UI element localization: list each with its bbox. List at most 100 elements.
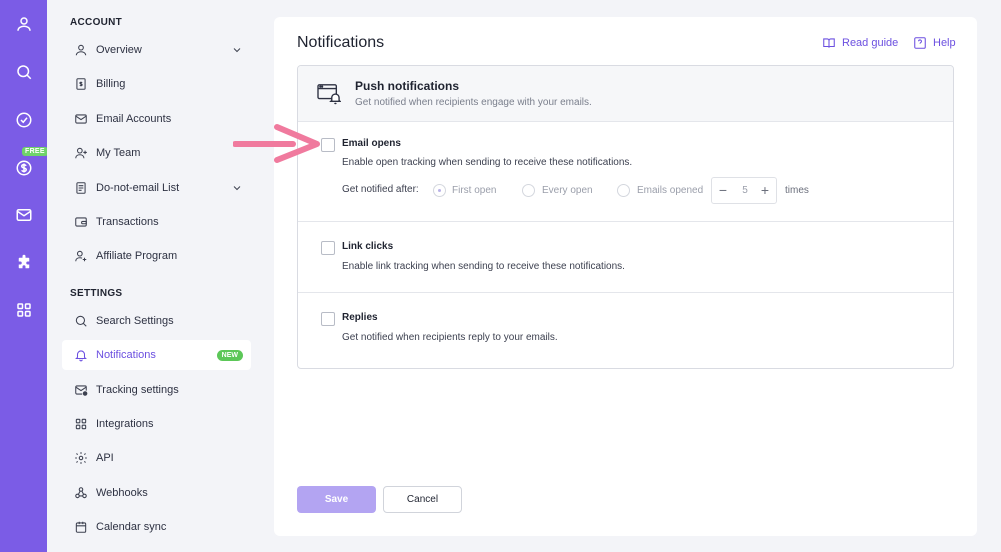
first-open-radio[interactable]	[433, 184, 446, 197]
tasks-nav[interactable]	[0, 105, 47, 135]
every-open-radio[interactable]	[522, 184, 535, 197]
nav-item-api[interactable]: API	[62, 443, 251, 473]
mail-icon	[75, 114, 87, 124]
email-opens-title: Email opens	[342, 138, 401, 149]
user-plus-icon	[75, 250, 87, 262]
save-button[interactable]: Save	[297, 486, 376, 513]
user-icon	[16, 17, 31, 31]
nav-item-label: Integrations	[96, 418, 154, 430]
grid-icon	[75, 418, 87, 430]
first-open-label: First open	[452, 185, 497, 196]
nav-item-do-not-email-list[interactable]: Do-not-email List	[62, 173, 251, 203]
integrations-nav[interactable]	[0, 248, 47, 278]
page-title: Notifications	[297, 34, 385, 51]
browser-bell-icon	[317, 84, 341, 105]
stepper-value[interactable]: 5	[737, 185, 753, 196]
nav-item-transactions[interactable]: Transactions	[62, 207, 251, 237]
replies-title: Replies	[342, 312, 378, 323]
nav-item-label: Transactions	[96, 216, 159, 228]
nav-item-affiliate-program[interactable]: Affiliate Program	[62, 241, 251, 271]
settings-nav: ACCOUNT Overview Billing Email Accounts …	[47, 0, 267, 552]
account-section-header: ACCOUNT	[70, 17, 123, 28]
nav-item-overview[interactable]: Overview	[62, 35, 251, 65]
app-rail: FREE	[0, 0, 48, 552]
grid-icon	[16, 303, 31, 317]
document-list-icon	[76, 182, 86, 194]
replies-desc: Get notified when recipients reply to yo…	[342, 332, 558, 343]
apps-nav[interactable]	[0, 295, 47, 325]
replies-row: Replies Get notified when recipients rep…	[298, 293, 953, 368]
link-clicks-checkbox[interactable]	[321, 241, 335, 255]
push-notifications-card: Push notifications Get notified when rec…	[297, 65, 954, 369]
card-header: Push notifications Get notified when rec…	[298, 66, 953, 122]
nav-item-search-settings[interactable]: Search Settings	[62, 306, 251, 336]
new-badge: NEW	[216, 350, 243, 361]
help-icon	[914, 37, 926, 49]
nav-item-email-accounts[interactable]: Email Accounts	[62, 104, 251, 134]
emails-opened-radio[interactable]	[617, 184, 630, 197]
dollar-icon	[16, 160, 31, 176]
wallet-icon	[75, 217, 87, 227]
pricing-nav[interactable]	[0, 153, 47, 183]
nav-item-notifications[interactable]: Notifications NEW	[62, 340, 251, 370]
help-label: Help	[933, 37, 956, 49]
nav-item-billing[interactable]: Billing	[62, 69, 251, 99]
bell-icon	[75, 350, 87, 362]
mail-nav[interactable]	[0, 200, 47, 230]
link-clicks-desc: Enable link tracking when sending to rec…	[342, 261, 625, 272]
nav-item-label: Calendar sync	[96, 521, 167, 533]
nav-item-label: Email Accounts	[96, 113, 172, 125]
puzzle-icon	[18, 254, 29, 269]
add-user-icon	[75, 147, 87, 159]
link-clicks-row: Link clicks Enable link tracking when se…	[298, 222, 953, 293]
nav-item-label: Billing	[96, 78, 126, 90]
webhook-icon	[75, 487, 87, 499]
nav-item-integrations[interactable]: Integrations	[62, 409, 251, 439]
settings-section-header: SETTINGS	[70, 288, 123, 299]
gear-icon	[75, 452, 87, 464]
user-icon	[75, 44, 87, 56]
email-opens-checkbox[interactable]	[321, 138, 335, 152]
search-icon	[16, 65, 31, 80]
nav-item-label: Search Settings	[96, 315, 174, 327]
help-link[interactable]: Help	[913, 36, 956, 50]
calendar-icon	[75, 521, 87, 533]
times-label: times	[785, 185, 809, 196]
opens-count-stepper: − 5 +	[711, 177, 777, 204]
nav-item-calendar-sync[interactable]: Calendar sync	[62, 512, 251, 542]
read-guide-link[interactable]: Read guide	[822, 36, 898, 50]
increment-button[interactable]: +	[757, 182, 773, 198]
mail-icon	[16, 209, 31, 221]
notified-after-label: Get notified after:	[342, 184, 419, 195]
email-opens-desc: Enable open tracking when sending to rec…	[342, 157, 633, 168]
emails-opened-label: Emails opened	[637, 185, 704, 196]
check-circle-icon	[16, 112, 31, 128]
mail-tracking-icon	[75, 385, 88, 396]
link-clicks-title: Link clicks	[342, 241, 394, 252]
nav-item-my-team[interactable]: My Team	[62, 138, 251, 168]
chevron-down-icon[interactable]	[231, 182, 243, 194]
nav-item-label: Do-not-email List	[96, 182, 180, 194]
search-nav[interactable]	[0, 57, 47, 87]
nav-item-label: Tracking settings	[96, 384, 179, 396]
decrement-button[interactable]: −	[715, 182, 731, 198]
nav-item-webhooks[interactable]: Webhooks	[62, 478, 251, 508]
search-icon	[75, 315, 87, 327]
replies-checkbox[interactable]	[321, 312, 335, 326]
cancel-button[interactable]: Cancel	[383, 486, 462, 513]
book-icon	[823, 38, 835, 48]
card-title: Push notifications	[355, 79, 460, 93]
receipt-icon	[76, 78, 86, 90]
pointer-arrow-icon	[233, 124, 320, 163]
chevron-down-icon[interactable]	[231, 44, 243, 56]
free-badge: FREE	[22, 147, 48, 156]
nav-item-label: My Team	[96, 147, 141, 159]
nav-item-label: Notifications	[96, 349, 156, 361]
card-subtitle: Get notified when recipients engage with…	[355, 97, 592, 108]
main-panel: Notifications Read guide Help Push notif…	[274, 17, 977, 536]
profile-nav[interactable]	[0, 9, 47, 39]
nav-item-tracking-settings[interactable]: Tracking settings	[62, 375, 251, 405]
every-open-label: Every open	[542, 185, 593, 196]
email-opens-row: Email opens Enable open tracking when se…	[298, 122, 953, 222]
nav-item-label: API	[96, 452, 114, 464]
